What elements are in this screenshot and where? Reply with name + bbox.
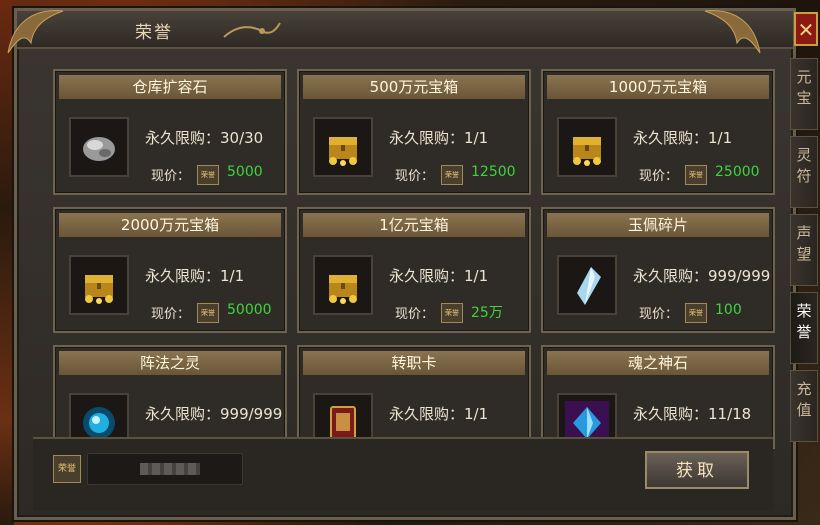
- item-grid: 仓库扩容石永久限购：30/30 现价： 荣誉 5000 500万元宝箱永久限购：1/1 现…: [53, 69, 789, 449]
- purchase-limit: 永久限购：1/1: [389, 405, 489, 423]
- honor-currency-icon: 荣誉: [197, 303, 219, 323]
- shop-item-card[interactable]: 500万元宝箱永久限购：1/1 现价： 荣誉 12500: [297, 69, 531, 195]
- shop-item-card[interactable]: 魂之神石永久限购：11/18: [541, 345, 775, 449]
- purchase-limit: 永久限购：1/1: [389, 129, 489, 147]
- purchase-limit: 永久限购：999/999: [145, 405, 283, 423]
- price-label: 现价：: [639, 307, 679, 322]
- price-value: 12500: [471, 164, 516, 180]
- tab-3[interactable]: 荣誉: [790, 292, 818, 364]
- tab-2[interactable]: 声望: [790, 214, 818, 286]
- tab-4[interactable]: 充值: [790, 370, 818, 442]
- purchase-limit: 永久限购：30/30: [145, 129, 264, 147]
- bottom-bar: 荣誉 获取: [33, 437, 773, 511]
- price-value: 100: [715, 302, 742, 318]
- window-title: 荣誉: [135, 23, 173, 43]
- item-slot[interactable]: [557, 117, 617, 177]
- purchase-limit: 永久限购：1/1: [145, 267, 245, 285]
- purchase-limit: 永久限购：11/18: [633, 405, 752, 423]
- tab-1[interactable]: 灵符: [790, 136, 818, 208]
- item-slot[interactable]: [69, 117, 129, 177]
- item-name: 玉佩碎片: [547, 213, 769, 237]
- shop-item-card[interactable]: 阵法之灵永久限购：999/999: [53, 345, 287, 449]
- item-name: 2000万元宝箱: [59, 213, 281, 237]
- honor-balance-field: [87, 453, 243, 485]
- price-label: 现价：: [395, 307, 435, 322]
- item-slot[interactable]: [69, 255, 129, 315]
- price-label: 现价：: [639, 169, 679, 184]
- gold-chest-icon: [85, 275, 113, 304]
- obtain-button[interactable]: 获取: [645, 451, 749, 489]
- shop-item-card[interactable]: 1亿元宝箱永久限购：1/1 现价： 荣誉 25万: [297, 207, 531, 333]
- honor-currency-icon: 荣誉: [197, 165, 219, 185]
- item-name: 阵法之灵: [59, 351, 281, 375]
- price-value: 25万: [471, 305, 503, 321]
- gold-chest-icon: [329, 137, 357, 166]
- title-bar[interactable]: 荣誉: [7, 10, 793, 54]
- item-name: 转职卡: [303, 351, 525, 375]
- shop-item-card[interactable]: 转职卡永久限购：1/1: [297, 345, 531, 449]
- item-name: 1亿元宝箱: [303, 213, 525, 237]
- shop-item-card[interactable]: 玉佩碎片永久限购：999/999 现价： 荣誉 100: [541, 207, 775, 333]
- item-slot[interactable]: [313, 255, 373, 315]
- gold-chest-icon: [573, 137, 601, 166]
- item-slot[interactable]: [313, 117, 373, 177]
- left-edge-decoration: [0, 0, 14, 525]
- price-label: 现价：: [395, 169, 435, 184]
- item-name: 魂之神石: [547, 351, 769, 375]
- honor-currency-icon: 荣誉: [441, 165, 463, 185]
- item-name: 1000万元宝箱: [547, 75, 769, 99]
- tab-0[interactable]: 元宝: [790, 58, 818, 130]
- close-button[interactable]: ✕: [794, 12, 818, 46]
- price-value: 5000: [227, 164, 263, 180]
- purchase-limit: 永久限购：999/999: [633, 267, 771, 285]
- gold-chest-icon: [329, 275, 357, 304]
- price-label: 现价：: [151, 169, 191, 184]
- honor-currency-icon: 荣誉: [53, 455, 81, 483]
- dragon-ornament-icon: [704, 10, 761, 54]
- item-slot[interactable]: [557, 255, 617, 315]
- item-name: 500万元宝箱: [303, 75, 525, 99]
- purchase-limit: 永久限购：1/1: [389, 267, 489, 285]
- price-value: 25000: [715, 164, 760, 180]
- honor-currency-icon: 荣誉: [685, 165, 707, 185]
- shop-item-card[interactable]: 仓库扩容石永久限购：30/30 现价： 荣誉 5000: [53, 69, 287, 195]
- honor-currency-icon: 荣誉: [685, 303, 707, 323]
- stone-icon: [83, 137, 115, 161]
- crystal-icon: [577, 267, 601, 305]
- purchase-limit: 永久限购：1/1: [633, 129, 733, 147]
- price-label: 现价：: [151, 307, 191, 322]
- swirl-ornament-icon: [223, 22, 281, 38]
- shop-item-card[interactable]: 1000万元宝箱永久限购：1/1 现价： 荣誉 25000: [541, 69, 775, 195]
- shop-item-card[interactable]: 2000万元宝箱永久限购：1/1 现价： 荣誉 50000: [53, 207, 287, 333]
- blurred-value: [140, 463, 200, 475]
- honor-currency-icon: 荣誉: [441, 303, 463, 323]
- price-value: 50000: [227, 302, 272, 318]
- item-name: 仓库扩容石: [59, 75, 281, 99]
- honor-shop-window: 荣誉 仓库扩容石永久限购：30/30 现价： 荣誉 5000 500万元宝箱永久限购：1…: [7, 8, 796, 520]
- dragon-ornament-icon: [7, 10, 64, 54]
